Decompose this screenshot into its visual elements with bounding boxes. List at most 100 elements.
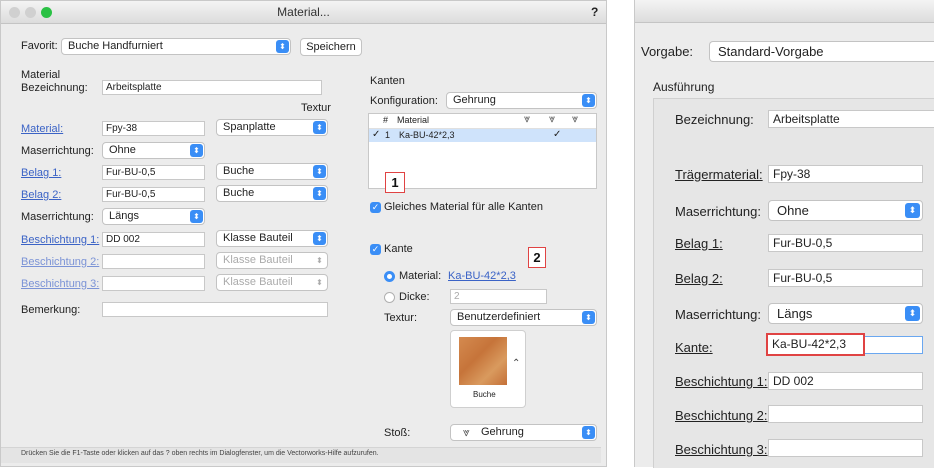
table-header-material: Material xyxy=(397,115,430,125)
material-radio[interactable] xyxy=(384,271,395,282)
stoss-select[interactable]: ⩔ Gehrung ⬍ xyxy=(450,424,597,441)
maserrichtung1-label: Maserrichtung: xyxy=(21,145,94,157)
kante-field-highlight[interactable]: Ka-BU-42*2,3 xyxy=(766,333,865,356)
bemerkung-field[interactable] xyxy=(102,302,328,317)
texture-preview[interactable]: ⌃ Buche xyxy=(450,330,526,408)
maserrichtung1-label: Maserrichtung: xyxy=(675,204,761,219)
kante-checkbox[interactable]: ✓ xyxy=(370,244,381,255)
dicke-label: Dicke: xyxy=(399,291,430,303)
belag2-textur-select[interactable]: Buche ⬍ xyxy=(216,185,328,202)
material-field[interactable]: Fpy-38 xyxy=(102,121,205,136)
chevron-updown-icon: ⬍ xyxy=(313,187,326,200)
beschichtung3-textur-value: Klasse Bauteil xyxy=(223,276,293,288)
vorgabe-value: Standard-Vorgabe xyxy=(718,44,824,59)
swatch-label: Buche xyxy=(473,390,496,399)
belag2-field[interactable]: Fur-BU-0,5 xyxy=(768,269,923,287)
beschichtung2-link[interactable]: Beschichtung 2: xyxy=(675,408,768,423)
maserrichtung1-select[interactable]: Ohne ⬍ xyxy=(768,200,923,221)
beschichtung2-field[interactable] xyxy=(102,254,205,269)
chevron-updown-icon: ⬍ xyxy=(313,121,326,134)
bezeichnung-field[interactable]: Arbeitsplatte xyxy=(102,80,322,95)
chevron-updown-icon: ⬍ xyxy=(190,144,203,157)
edge-miter-icon: ⩔ xyxy=(524,113,531,125)
maserrichtung2-select[interactable]: Längs ⬍ xyxy=(768,303,923,324)
save-button[interactable]: Speichern xyxy=(300,38,362,56)
beschichtung2-link[interactable]: Beschichtung 2: xyxy=(21,256,99,268)
belag2-field[interactable]: Fur-BU-0,5 xyxy=(102,187,205,202)
traegermaterial-field[interactable]: Fpy-38 xyxy=(768,165,923,183)
table-row[interactable]: ✓ 1 Ka-BU-42*2,3 ✓ xyxy=(369,129,596,142)
table-header-num: # xyxy=(383,115,389,125)
beschichtung2-textur-value: Klasse Bauteil xyxy=(223,254,293,266)
stoss-value: Gehrung xyxy=(481,426,524,438)
belag1-field[interactable]: Fur-BU-0,5 xyxy=(768,234,923,252)
help-icon[interactable]: ? xyxy=(591,5,598,19)
beschichtung3-textur-select[interactable]: Klasse Bauteil ⬍ xyxy=(216,274,328,291)
belag1-link[interactable]: Belag 1: xyxy=(675,236,723,251)
chevron-updown-icon: ⬍ xyxy=(316,256,323,265)
favorit-label: Favorit: xyxy=(21,40,58,52)
row-num: 1 xyxy=(385,130,391,140)
textur-value: Benutzerdefiniert xyxy=(457,311,541,323)
traegermaterial-link[interactable]: Trägermaterial: xyxy=(675,167,763,182)
callout-1: 1 xyxy=(385,172,405,193)
beschichtung3-link[interactable]: Beschichtung 3: xyxy=(21,278,99,290)
stoss-label: Stoß: xyxy=(384,427,411,439)
chevron-updown-icon: ⬍ xyxy=(582,426,595,439)
belag1-field[interactable]: Fur-BU-0,5 xyxy=(102,165,205,180)
maserrichtung2-select[interactable]: Längs ⬍ xyxy=(102,208,205,225)
material-dialog: Material... ? Favorit: Buche Handfurnier… xyxy=(0,0,607,467)
chevron-updown-icon: ⬍ xyxy=(190,210,203,223)
maserrichtung2-label: Maserrichtung: xyxy=(21,211,94,223)
beschichtung1-textur-value: Klasse Bauteil xyxy=(223,232,293,244)
belag1-textur-value: Buche xyxy=(223,165,255,177)
konfiguration-value: Gehrung xyxy=(453,94,496,106)
konfiguration-select[interactable]: Gehrung ⬍ xyxy=(446,92,597,109)
chevron-updown-icon: ⬍ xyxy=(313,165,326,178)
favorit-select[interactable]: Buche Handfurniert ⬍ xyxy=(61,38,291,55)
status-bar: Drücken Sie die F1-Taste oder klicken au… xyxy=(1,447,601,463)
beschichtung1-link[interactable]: Beschichtung 1: xyxy=(21,234,99,246)
dicke-radio[interactable] xyxy=(384,292,395,303)
status-text: Drücken Sie die F1-Taste oder klicken au… xyxy=(21,450,379,457)
maserrichtung2-value: Längs xyxy=(109,210,139,222)
vorgabe-label: Vorgabe: xyxy=(641,44,694,59)
beschichtung1-field[interactable]: DD 002 xyxy=(768,372,923,390)
bezeichnung-field[interactable]: Arbeitsplatte xyxy=(768,110,934,128)
vorgabe-select[interactable]: Standard-Vorgabe xyxy=(709,41,934,62)
row-check-icon: ✓ xyxy=(372,129,381,140)
beschichtung1-textur-select[interactable]: Klasse Bauteil ⬍ xyxy=(216,230,328,247)
wood-texture-swatch xyxy=(459,337,507,385)
belag2-link[interactable]: Belag 2: xyxy=(675,271,723,286)
belag1-link[interactable]: Belag 1: xyxy=(21,167,61,179)
table-header: # Material ⩔ ⩔ ⩔ xyxy=(369,113,596,129)
beschichtung3-field[interactable] xyxy=(768,439,923,457)
beschichtung3-field[interactable] xyxy=(102,276,205,291)
callout-2: 2 xyxy=(528,247,546,268)
belag2-link[interactable]: Belag 2: xyxy=(21,189,61,201)
title-bar: Material... ? xyxy=(1,1,606,24)
kante-link[interactable]: Kante: xyxy=(675,340,713,355)
beschichtung2-field[interactable] xyxy=(768,405,923,423)
textur-header: Textur xyxy=(301,102,331,114)
belag1-textur-select[interactable]: Buche ⬍ xyxy=(216,163,328,180)
maserrichtung1-select[interactable]: Ohne ⬍ xyxy=(102,142,205,159)
beschichtung1-field[interactable]: DD 002 xyxy=(102,232,205,247)
material-textur-select[interactable]: Spanplatte ⬍ xyxy=(216,119,328,136)
dicke-field[interactable]: 2 xyxy=(450,289,547,304)
beschichtung2-textur-select[interactable]: Klasse Bauteil ⬍ xyxy=(216,252,328,269)
gleiches-material-checkbox[interactable]: ✓ xyxy=(370,202,381,213)
favorit-value: Buche Handfurniert xyxy=(68,40,163,52)
beschichtung1-link[interactable]: Beschichtung 1: xyxy=(675,374,768,389)
maserrichtung1-value: Ohne xyxy=(109,144,136,156)
textur-select[interactable]: Benutzerdefiniert ⬍ xyxy=(450,309,597,326)
ausfuehrung-panel: Vorgabe: Standard-Vorgabe Ausführung Bez… xyxy=(634,0,934,468)
kanten-section-title: Kanten xyxy=(370,75,405,87)
material-radio-link[interactable]: Ka-BU-42*2,3 xyxy=(448,270,516,282)
beschichtung3-link[interactable]: Beschichtung 3: xyxy=(675,442,768,457)
maserrichtung1-value: Ohne xyxy=(777,203,809,218)
material-link[interactable]: Material: xyxy=(21,123,63,135)
row-material: Ka-BU-42*2,3 xyxy=(399,130,455,140)
chevron-updown-icon: ⬍ xyxy=(316,278,323,287)
chevron-updown-icon: ⬍ xyxy=(582,311,595,324)
